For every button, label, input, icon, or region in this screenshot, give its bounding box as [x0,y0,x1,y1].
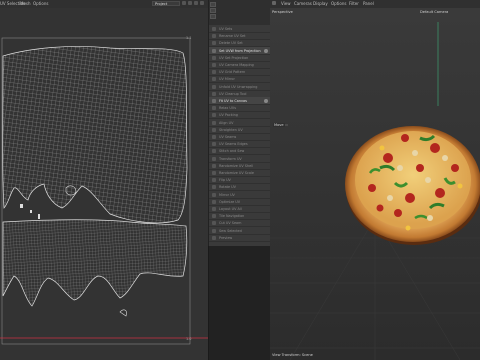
tool-icon [212,214,216,219]
tool-icon [212,120,216,125]
tool-icon [212,70,216,75]
uv-canvas[interactable]: 1.1 1.0 [0,8,208,360]
tool-label: Set UVW from Projection [219,48,261,53]
tool-label: UV Grid Pattern [219,70,246,75]
tool-icon [212,149,216,154]
tab-icon-3[interactable] [210,14,216,19]
tool-icon [212,113,216,118]
tool-label: Tile Navigation [219,214,245,219]
tool-icon [212,63,216,67]
tool-icon [212,27,216,31]
panel-empty-area [208,246,271,360]
menu-panel[interactable]: Panel [363,1,374,6]
tool-label: Align UV [219,120,234,125]
tool-icon [212,171,216,175]
settings-icon[interactable] [182,1,186,5]
tool-label: Randomize UV Shell [219,163,254,168]
tool-icon [212,99,216,103]
tool-icon [212,207,216,211]
tool-icon [212,48,216,53]
tool-icon [212,178,216,183]
tool-label: Fit UV to Canvas [219,99,247,103]
gear-icon[interactable] [264,99,268,103]
uv-marker-top: 1.1 [186,36,192,40]
tool-icon [212,185,216,190]
menu-options-viewport[interactable]: Options [331,1,346,6]
tab-icon-2[interactable] [210,8,216,13]
menu-mesh[interactable]: Mesh [20,1,31,6]
tool-label: Preview [219,235,233,240]
tool-label: Unfold UV Unwrapping [219,84,258,89]
expand-icon[interactable] [200,1,204,5]
view-name: Perspective [272,10,293,14]
tool-icon [212,163,216,168]
tool-label: UV Mirror [219,77,235,82]
tool-label: Rename UV Set [219,34,246,39]
uv-map-graphic [0,37,208,345]
tab-icon-1[interactable] [210,2,216,7]
tool-label: Delete UV Set [219,41,243,46]
tool-icon [212,135,216,139]
tool-icon [212,235,216,240]
tool-icon [212,228,216,233]
move-tool-label: Move [273,123,285,127]
tool-label: Randomize UV Scale [219,171,254,175]
tool-label: Layout UV All [219,207,242,211]
gear-icon[interactable] [264,48,268,53]
uv-shell-top [2,46,188,224]
tool-label: UV Sets [219,27,233,31]
tool-label: UV Cleanup Tool [219,91,247,96]
tool-label: Rotate UV [219,185,236,190]
tool-icon [212,77,216,82]
uv-marker-bottom: 1.0 [186,337,192,341]
tool-icon [212,34,216,39]
3d-viewport[interactable]: Perspective Default Camera Move View Tra… [270,8,480,360]
tool-label: Flip UV [219,178,231,183]
tool-label: Relax UVs [219,106,236,111]
menu-view[interactable]: View [281,1,291,6]
tool-label: Stitch and Sew [219,149,245,154]
tool-icon [212,142,216,147]
tool-label: Cut UV Seam [219,221,242,226]
camera-name[interactable]: Default Camera [420,10,448,14]
tool-label: UV Seams Edges [219,142,248,147]
view-transform-status: View Transform: Scene [272,353,313,357]
menu-filter[interactable]: Filter [349,1,359,6]
tool-label: Sew Selected [219,228,242,233]
tool-label: UV Set Projection [219,55,249,60]
tool-icon [212,156,216,161]
tool-icon [212,221,216,226]
uv-tool-panel: UV Sets Rename UV Set Delete UV Set Set UVW… [208,0,272,246]
lock-icon[interactable] [194,1,198,5]
tool-icon [212,41,216,46]
tool-icon [212,106,216,111]
tool-icon [212,127,216,132]
tool-label: Straighten UV [219,127,243,132]
tool-icon [212,91,216,96]
pizza-cheese [355,131,471,229]
tool-label: Transform UV [219,156,242,161]
tool-label: UV Packing [219,113,238,118]
menu-display[interactable]: Display [313,1,328,6]
tool-label: UV Camera Mapping [219,63,254,67]
project-select[interactable]: Project [152,1,180,6]
grid-icon[interactable] [188,1,192,5]
viewport-scene [270,8,480,360]
tool-label: UV Seams [219,135,237,139]
panel-tabs [209,0,271,25]
tool-icon [212,192,216,197]
menu-cameras[interactable]: Cameras [294,1,312,6]
uv-shell-bottom [2,219,188,307]
tool-icon [212,199,216,204]
tool-label: Optimize UV [219,199,241,204]
tool-icon [212,84,216,89]
panel-menu-icon[interactable] [272,1,276,5]
menu-options[interactable]: Options [33,1,48,6]
tool-row[interactable]: Preview [209,234,271,242]
tool-label: Mirror UV [219,192,235,197]
tool-icon [212,55,216,60]
